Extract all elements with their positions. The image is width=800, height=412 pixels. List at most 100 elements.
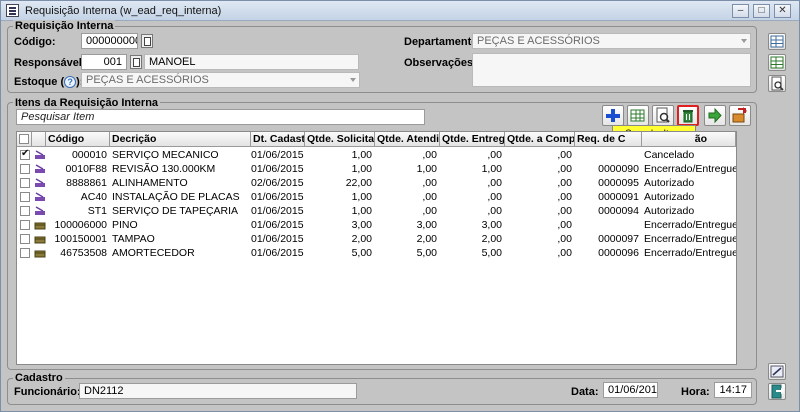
cell-qtde-solicitada: 5,00 — [351, 247, 372, 259]
table-row[interactable]: 0010F88 REVISÃO 130.000KM 01/06/2015 1,00 1,… — [17, 162, 736, 176]
minimize-button[interactable]: – — [732, 4, 749, 18]
row-checkbox[interactable] — [20, 234, 30, 244]
cell-codigo: 8888861 — [66, 177, 107, 189]
responsavel-code-field[interactable]: 001 — [81, 54, 127, 70]
cell-qtde-solicitada: 1,00 — [351, 205, 372, 217]
row-checkbox[interactable] — [20, 220, 30, 230]
app-icon — [6, 4, 19, 17]
cell-dt-cadastro: 01/06/2015 — [251, 163, 304, 175]
close-button[interactable]: ✕ — [774, 4, 791, 18]
edit-grid-button[interactable] — [627, 105, 649, 126]
col-codigo[interactable]: Código — [46, 132, 110, 147]
responsavel-lookup-icon[interactable] — [130, 55, 142, 69]
col-situacao[interactable]: ão — [642, 132, 736, 147]
row-checkbox[interactable] — [20, 178, 30, 188]
table-row[interactable]: 000010 SERVIÇO MECANICO 01/06/2015 1,00 ,00,… — [17, 148, 736, 162]
departamento-label: Departamento: — [404, 36, 482, 48]
cell-qtde-solicitada: 3,00 — [351, 219, 372, 231]
exit-button[interactable] — [768, 383, 786, 400]
maximize-button[interactable]: □ — [753, 4, 770, 18]
col-req-compra[interactable]: Req. de C — [575, 132, 642, 147]
cell-descricao: AMORTECEDOR — [112, 247, 195, 259]
cell-qtde-atendida: ,00 — [422, 191, 437, 203]
preview-button[interactable] — [652, 105, 674, 126]
cell-codigo: 0010F88 — [65, 163, 107, 175]
status-icon-header — [32, 132, 46, 147]
cell-qtde-entregue: ,00 — [487, 149, 502, 161]
funcionario-label: Funcionário: — [14, 386, 81, 398]
cell-qtde-atendida: ,00 — [422, 177, 437, 189]
cell-qtde-solicitada: 2,00 — [351, 233, 372, 245]
cell-qtde-a-comprar: ,00 — [557, 219, 572, 231]
cell-qtde-a-comprar: ,00 — [557, 163, 572, 175]
box-deliver-icon — [732, 107, 747, 123]
col-qtde-solicitada[interactable]: Qtde. Solicitada — [305, 132, 375, 147]
cell-req-compra: 0000090 — [598, 163, 639, 175]
responsavel-name-field: MANOEL — [144, 54, 359, 70]
estoque-select[interactable]: PEÇAS E ACESSÓRIOS — [81, 72, 360, 88]
cell-situacao: Cancelado — [644, 149, 695, 161]
cell-situacao: Autorizado — [644, 177, 695, 189]
departamento-select-value: PEÇAS E ACESSÓRIOS — [477, 35, 600, 47]
cell-qtde-entregue: 2,00 — [481, 233, 502, 245]
deliver-button[interactable] — [729, 105, 751, 126]
plus-icon — [606, 109, 620, 122]
item-type-icon — [35, 164, 45, 173]
cell-descricao: ALINHAMENTO — [112, 177, 188, 189]
confirm-button[interactable] — [704, 105, 726, 126]
side-grid-button[interactable] — [768, 33, 786, 50]
cell-descricao: REVISÃO 130.000KM — [112, 163, 216, 175]
cadastro-group-label: Cadastro — [13, 372, 65, 384]
cell-descricao: SERVIÇO MECANICO — [112, 149, 219, 161]
funcionario-field: DN2112 — [79, 383, 357, 399]
col-qtde-a-comprar[interactable]: Qtde. a Comprar — [505, 132, 575, 147]
codigo-lookup-icon[interactable] — [141, 34, 153, 48]
data-label: Data: — [571, 386, 599, 398]
cell-req-compra: 0000094 — [598, 205, 639, 217]
table-row[interactable]: 100150001 TAMPAO 01/06/2015 2,00 2,00 2,00 ,00… — [17, 232, 736, 246]
side-edit-button[interactable] — [768, 54, 786, 71]
cell-qtde-a-comprar: ,00 — [557, 149, 572, 161]
table-row[interactable]: AC40 INSTALAÇÃO DE PLACAS 01/06/2015 1,00 ,0… — [17, 190, 736, 204]
cell-dt-cadastro: 01/06/2015 — [251, 233, 304, 245]
cancel-items-button[interactable] — [677, 105, 699, 126]
table-row[interactable]: 100006000 PINO 01/06/2015 3,00 3,00 3,00 ,00 En… — [17, 218, 736, 232]
cell-qtde-atendida: 2,00 — [416, 233, 437, 245]
row-checkbox[interactable] — [20, 206, 30, 216]
cell-qtde-entregue: 3,00 — [481, 219, 502, 231]
col-qtde-atendida[interactable]: Qtde. Atendida — [375, 132, 440, 147]
col-dt-cadastro[interactable]: Dt. Cadastro — [251, 132, 305, 147]
cell-codigo: 000010 — [71, 149, 107, 161]
codigo-field[interactable]: 0000000001 — [81, 33, 138, 49]
estoque-select-value: PEÇAS E ACESSÓRIOS — [86, 74, 209, 86]
table-row[interactable]: ST1 SERVIÇO DE TAPEÇARIA 01/06/2015 1,00 ,00… — [17, 204, 736, 218]
observacoes-textarea[interactable] — [472, 53, 751, 87]
cell-dt-cadastro: 01/06/2015 — [251, 191, 304, 203]
select-all-header[interactable] — [17, 132, 32, 147]
side-tools-button[interactable] — [768, 363, 786, 380]
help-icon[interactable]: ? — [64, 76, 77, 89]
cell-qtde-entregue: ,00 — [487, 177, 502, 189]
row-checkbox[interactable] — [20, 148, 30, 160]
data-field: 01/06/2015 — [603, 382, 658, 398]
cell-codigo: 46753508 — [60, 247, 107, 259]
cell-descricao: SERVIÇO DE TAPEÇARIA — [112, 205, 239, 217]
add-item-button[interactable] — [602, 105, 624, 126]
departamento-select[interactable]: PEÇAS E ACESSÓRIOS — [472, 33, 751, 49]
row-checkbox[interactable] — [20, 248, 30, 258]
cell-qtde-solicitada: 22,00 — [345, 177, 372, 189]
cell-dt-cadastro: 01/06/2015 — [251, 149, 304, 161]
side-preview-button[interactable] — [768, 75, 786, 92]
row-checkbox[interactable] — [20, 164, 30, 174]
row-checkbox[interactable] — [20, 192, 30, 202]
table-row[interactable]: 46753508 AMORTECEDOR 01/06/2015 5,00 5,00 5,0… — [17, 246, 736, 260]
col-descricao[interactable]: Decrição — [110, 132, 251, 147]
table-row[interactable]: 8888861 ALINHAMENTO 02/06/2015 22,00 ,00 ,00,… — [17, 176, 736, 190]
cell-qtde-entregue: 1,00 — [481, 163, 502, 175]
cell-req-compra: 0000095 — [598, 177, 639, 189]
search-input[interactable]: Pesquisar Item — [16, 109, 425, 125]
col-qtde-entregue[interactable]: Qtde. Entregue — [440, 132, 505, 147]
cell-qtde-entregue: ,00 — [487, 205, 502, 217]
grid-edit-icon — [770, 56, 784, 69]
select-all-checkbox[interactable] — [19, 134, 29, 144]
